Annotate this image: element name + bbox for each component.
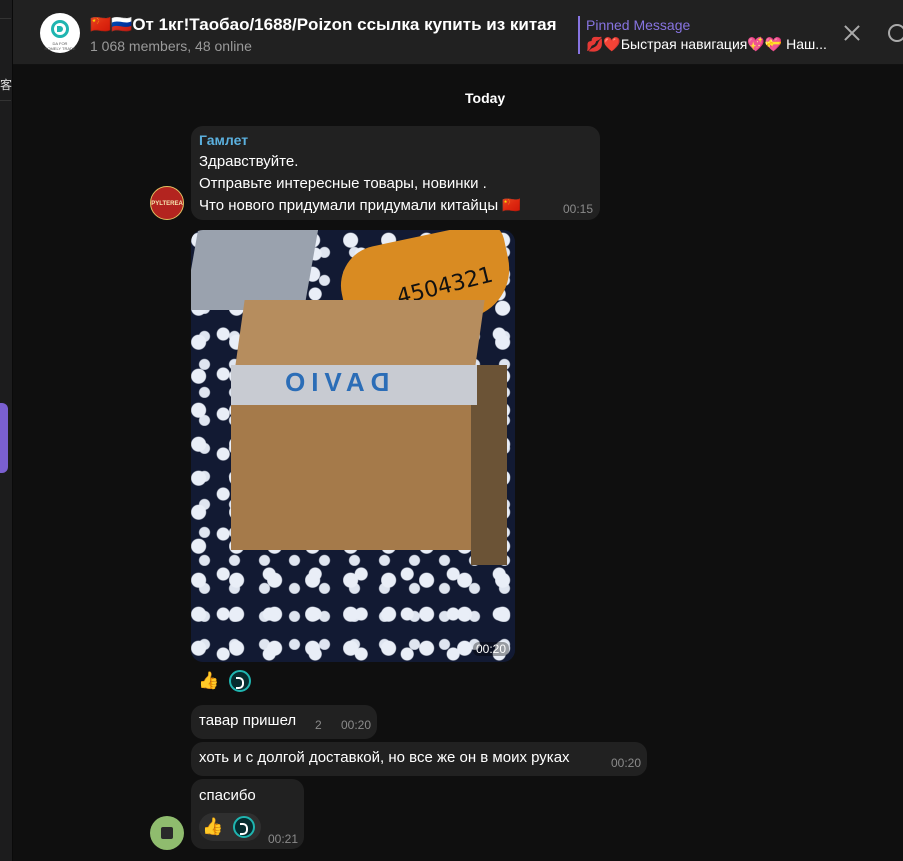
photo-fabric [191, 230, 319, 310]
message-time: 00:20 [341, 718, 372, 732]
chat-title[interactable]: 🇨🇳🇷🇺От 1кг!Таобао/1688/Poizon ссылка куп… [90, 15, 557, 35]
logo-reaction-icon [233, 816, 255, 838]
date-separator: Today [465, 90, 506, 106]
message-time: 00:20 [611, 756, 642, 770]
sender-name[interactable]: Гамлет [199, 132, 248, 148]
sender-avatar[interactable] [150, 816, 184, 850]
message-line: Отправьте интересные товары, новинки . [199, 175, 487, 192]
view-count: 2 [315, 718, 322, 732]
message-time: 00:21 [268, 832, 299, 846]
divider [0, 100, 11, 101]
search-icon[interactable] [888, 24, 903, 42]
group-avatar[interactable]: DA FOR HOMELY TRADE [40, 13, 80, 53]
pinned-label: Pinned Message [586, 17, 691, 33]
divider [0, 18, 11, 19]
chat-header: DA FOR HOMELY TRADE 🇨🇳🇷🇺От 1кг!Таобао/16… [13, 0, 903, 65]
message-text: тавар пришел [199, 712, 297, 729]
message-text: спасибо [199, 787, 256, 804]
message-line: Что нового придумали придумали китайцы 🇨… [199, 197, 521, 214]
thumbs-up-reaction: 👍 [202, 817, 224, 836]
pinned-text: 💋❤️Быстрая навигация💖💝 Наш... [586, 36, 827, 52]
message-bubble[interactable]: спасибо 👍 00:21 [191, 779, 304, 849]
reaction-bar: 👍 [197, 669, 252, 693]
sender-avatar[interactable]: PYLTEREA [150, 186, 184, 220]
reaction-chip[interactable]: 👍 [199, 813, 261, 841]
chat-list-edge: 客 [0, 0, 13, 861]
logo-icon [51, 20, 69, 38]
logo-reaction-icon[interactable] [229, 670, 252, 692]
box-icon [161, 827, 173, 839]
message-text: хоть и с долгой доставкой, но все же он … [199, 749, 570, 766]
message-text: Здравствуйте. Отправьте интересные товар… [199, 151, 521, 217]
pinned-message[interactable]: Pinned Message 💋❤️Быстрая навигация💖💝 На… [578, 16, 836, 54]
thumbs-up-reaction[interactable]: 👍 [197, 669, 221, 693]
photo-tape-text: DAVIO [279, 367, 390, 397]
folder-indicator [0, 403, 8, 473]
avatar-caption: PYLTEREA [151, 201, 183, 207]
photo-time: 00:20 [473, 642, 510, 656]
message-bubble[interactable]: Гамлет Здравствуйте. Отправьте интересны… [191, 126, 600, 220]
message-bubble[interactable]: хоть и с долгой доставкой, но все же он … [191, 742, 647, 776]
close-pinned-icon[interactable] [841, 22, 863, 44]
avatar-caption: DA FOR HOMELY TRADE [44, 41, 76, 51]
message-line: Здравствуйте. [199, 153, 299, 170]
chat-list-fragment[interactable]: 客 [0, 76, 12, 93]
message-bubble[interactable]: тавар пришел 2 00:20 [191, 705, 377, 739]
photo-message[interactable]: 4504321 DAVIO 00:20 [191, 230, 515, 662]
chat-member-count: 1 068 members, 48 online [90, 38, 252, 54]
message-time: 00:15 [563, 202, 594, 216]
